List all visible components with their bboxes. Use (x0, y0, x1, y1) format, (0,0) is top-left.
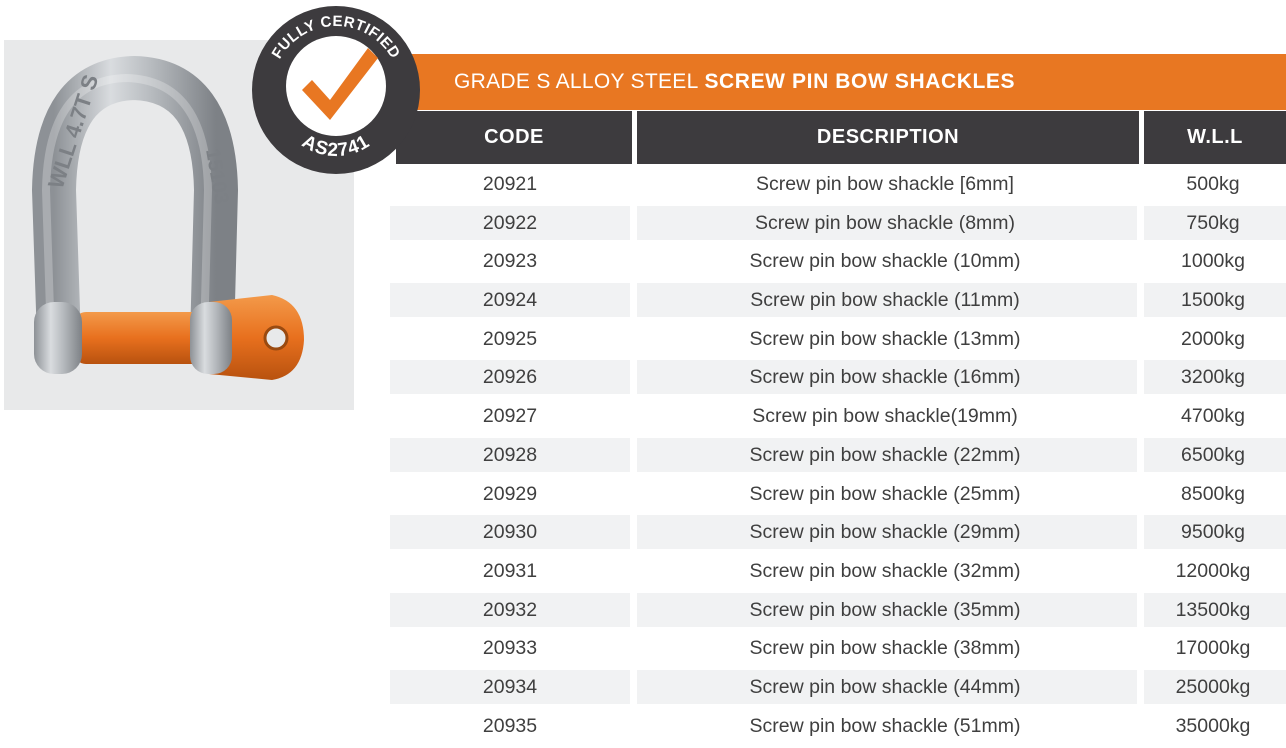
cell-wll: 25000kg (1175, 675, 1251, 698)
cell-wll: 13500kg (1175, 598, 1251, 621)
cell-description: Screw pin bow shackle (25mm) (749, 482, 1021, 505)
cell-code: 20934 (482, 675, 538, 698)
cell-wll: 35000kg (1175, 714, 1251, 737)
cell-code: 20924 (482, 289, 538, 312)
table-row: 20930 Screw pin bow shackle (29mm) 9500kg (0, 513, 1286, 552)
cell-wll: 500kg (1186, 173, 1240, 195)
title-prefix: GRADE S ALLOY STEEL (454, 70, 699, 93)
cell-description: Screw pin bow shackle (32mm) (749, 559, 1021, 582)
table-row: 20925 Screw pin bow shackle (13mm) 2000kg (0, 320, 1286, 359)
cell-wll: 750kg (1186, 211, 1240, 234)
cell-description: Screw pin bow shackle (22mm) (749, 443, 1021, 466)
table-row: 20927 Screw pin bow shackle(19mm) 4700kg (0, 397, 1286, 436)
certification-badge: FULLY CERTIFIED AS2741 (250, 4, 422, 176)
cell-code: 20932 (482, 598, 538, 621)
table-row: 20921 Screw pin bow shackle [6mm] 500kg (0, 165, 1286, 204)
cell-code: 20933 (482, 637, 538, 660)
cell-wll: 12000kg (1175, 559, 1251, 582)
cell-description: Screw pin bow shackle (35mm) (749, 598, 1021, 621)
table-row: 20924 Screw pin bow shackle (11mm) 1500kg (0, 281, 1286, 320)
table-row: 20935 Screw pin bow shackle (51mm) 35000kg (0, 707, 1286, 746)
cell-description: Screw pin bow shackle (51mm) (749, 714, 1021, 737)
cell-wll: 2000kg (1181, 327, 1245, 350)
cell-wll: 3200kg (1181, 366, 1245, 389)
table-row: 20934 Screw pin bow shackle (44mm) 25000kg (0, 668, 1286, 707)
table-row: 20926 Screw pin bow shackle (16mm) 3200kg (0, 358, 1286, 397)
cell-description: Screw pin bow shackle (10mm) (749, 250, 1021, 273)
cell-description: Screw pin bow shackle (29mm) (749, 521, 1021, 544)
cell-code: 20922 (482, 211, 538, 234)
table-row: 20929 Screw pin bow shackle (25mm) 8500kg (0, 475, 1286, 514)
cell-wll: 1000kg (1181, 250, 1245, 273)
product-title-bar: GRADE S ALLOY STEEL SCREW PIN BOW SHACKL… (396, 54, 1286, 110)
cell-code: 20928 (482, 443, 538, 466)
cell-wll: 6500kg (1181, 443, 1245, 466)
cell-description: Screw pin bow shackle (11mm) (750, 289, 1020, 312)
cell-description: Screw pin bow shackle [6mm] (756, 173, 1014, 195)
cell-description: Screw pin bow shackle (38mm) (749, 637, 1021, 660)
cell-description: Screw pin bow shackle (44mm) (749, 675, 1021, 698)
table-row: 20928 Screw pin bow shackle (22mm) 6500kg (0, 436, 1286, 475)
cell-code: 20923 (482, 250, 538, 273)
cell-description: Screw pin bow shackle (16mm) (749, 366, 1021, 389)
cell-code: 20926 (482, 366, 538, 389)
cell-wll: 4700kg (1181, 405, 1245, 428)
table-row: 20932 Screw pin bow shackle (35mm) 13500kg (0, 591, 1286, 630)
cell-wll: 17000kg (1175, 637, 1251, 660)
cell-wll: 1500kg (1181, 289, 1245, 312)
table-row: 20923 Screw pin bow shackle (10mm) 1000kg (0, 242, 1286, 281)
column-header-code: CODE (396, 111, 632, 164)
cell-code: 20930 (482, 521, 538, 544)
cell-code: 20927 (482, 405, 538, 428)
cell-code: 20935 (482, 714, 538, 737)
column-header-description: DESCRIPTION (637, 111, 1139, 164)
table-row: 20933 Screw pin bow shackle (38mm) 17000kg (0, 629, 1286, 668)
column-header-wll: W.L.L (1144, 111, 1286, 164)
cell-description: Screw pin bow shackle(19mm) (752, 405, 1018, 428)
cell-description: Screw pin bow shackle (13mm) (749, 327, 1021, 350)
cell-code: 20921 (482, 173, 538, 195)
cell-code: 20929 (482, 482, 538, 505)
cell-code: 20925 (482, 327, 538, 350)
product-table-body: 20921 Screw pin bow shackle [6mm] 500kg 209… (0, 165, 1286, 745)
cell-description: Screw pin bow shackle (8mm) (754, 211, 1016, 234)
cell-code: 20931 (482, 559, 538, 582)
table-row: 20931 Screw pin bow shackle (32mm) 12000kg (0, 552, 1286, 591)
table-row: 20922 Screw pin bow shackle (8mm) 750kg (0, 204, 1286, 243)
title-emphasis: SCREW PIN BOW SHACKLES (704, 70, 1016, 93)
cell-wll: 8500kg (1181, 482, 1245, 505)
cell-wll: 9500kg (1181, 521, 1245, 544)
